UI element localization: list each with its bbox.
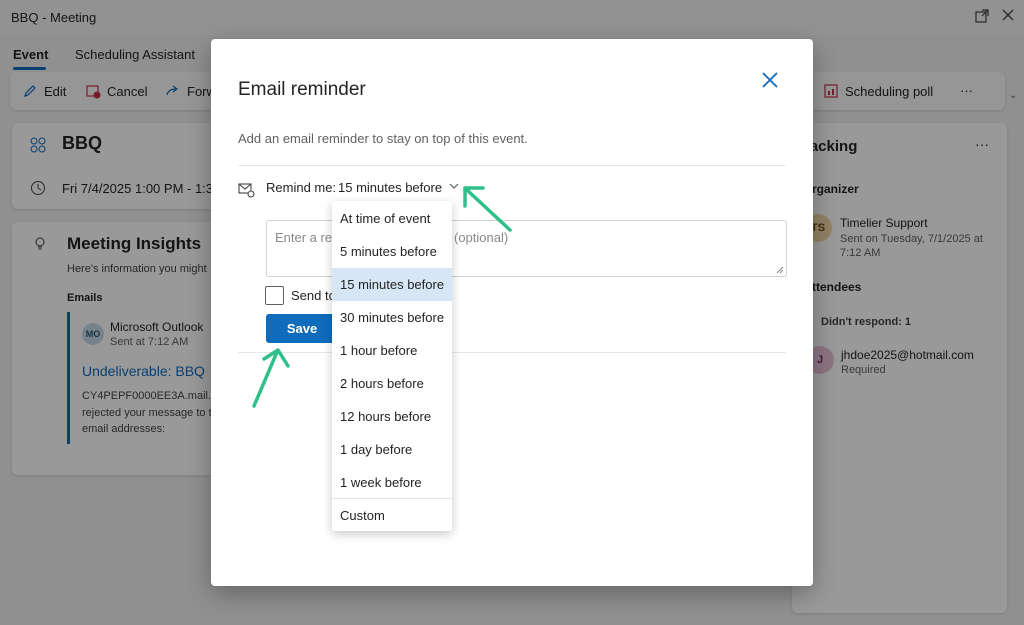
option-2-hours-before[interactable]: 2 hours before bbox=[332, 367, 452, 400]
option-1-week-before[interactable]: 1 week before bbox=[332, 466, 452, 499]
send-to-checkbox[interactable] bbox=[265, 286, 284, 305]
reminder-time-listbox: At time of event 5 minutes before 15 min… bbox=[332, 201, 452, 531]
option-15-minutes-before[interactable]: 15 minutes before bbox=[332, 268, 452, 301]
divider bbox=[238, 165, 786, 166]
annotation-arrow-icon bbox=[252, 348, 290, 408]
resize-handle-icon[interactable] bbox=[776, 266, 784, 274]
mail-clock-icon bbox=[238, 183, 255, 198]
reminder-time-dropdown[interactable]: 15 minutes before bbox=[338, 180, 442, 195]
dialog-title: Email reminder bbox=[238, 79, 366, 100]
option-at-time-of-event[interactable]: At time of event bbox=[332, 202, 452, 235]
divider bbox=[238, 352, 786, 353]
email-reminder-dialog: Email reminder Add an email reminder to … bbox=[211, 39, 813, 586]
option-custom[interactable]: Custom bbox=[332, 499, 452, 532]
remind-me-label: Remind me: bbox=[266, 180, 337, 195]
option-5-minutes-before[interactable]: 5 minutes before bbox=[332, 235, 452, 268]
save-button[interactable]: Save bbox=[266, 314, 338, 343]
dialog-description: Add an email reminder to stay on top of … bbox=[238, 131, 528, 146]
send-to-label: Send to bbox=[291, 288, 336, 303]
option-30-minutes-before[interactable]: 30 minutes before bbox=[332, 301, 452, 334]
option-12-hours-before[interactable]: 12 hours before bbox=[332, 400, 452, 433]
close-icon[interactable] bbox=[759, 69, 783, 93]
option-1-day-before[interactable]: 1 day before bbox=[332, 433, 452, 466]
annotation-arrow-icon bbox=[463, 186, 512, 232]
option-1-hour-before[interactable]: 1 hour before bbox=[332, 334, 452, 367]
